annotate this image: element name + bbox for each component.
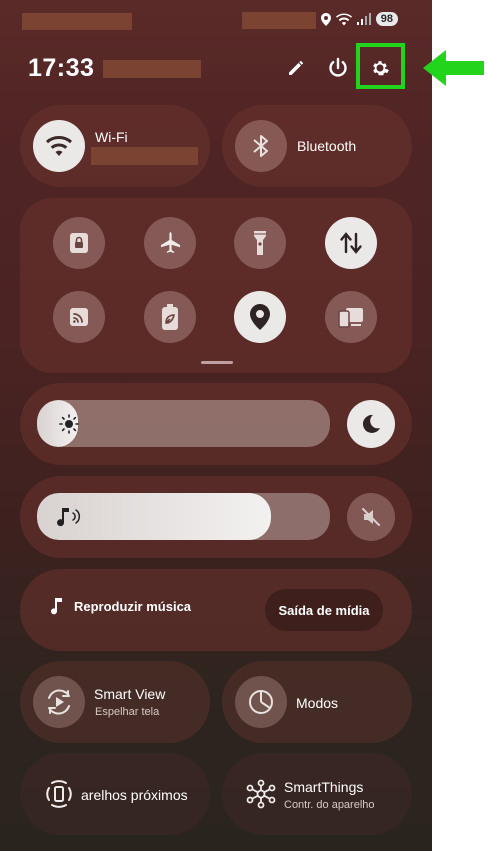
brightness-slider[interactable]: [37, 400, 330, 447]
nearby-icon: [46, 780, 72, 808]
flashlight-toggle[interactable]: [234, 217, 286, 269]
mobile-data-toggle[interactable]: [325, 217, 377, 269]
airplane-icon: [161, 232, 180, 253]
battery-saver-icon: [162, 304, 178, 330]
smartthings-icon: [246, 779, 276, 809]
wifi-toggle[interactable]: Wi-Fi: [20, 105, 210, 187]
smart-view-icon-circle: [33, 676, 85, 728]
play-music-label: Reproduzir música: [74, 598, 192, 614]
location-toggle[interactable]: [234, 291, 286, 343]
music-icon: [51, 598, 62, 615]
lock-icon: [70, 233, 88, 253]
device-icon: [338, 308, 363, 328]
nearby-title: arelhos próximos: [81, 787, 188, 803]
smartthings-subtitle: Contr. do aparelho: [284, 799, 375, 811]
play-music-button[interactable]: Reproduzir música: [50, 597, 191, 615]
nfc-toggle[interactable]: [53, 291, 105, 343]
redacted-date: [103, 60, 201, 78]
wifi-icon-circle: [33, 120, 85, 172]
bluetooth-label: Bluetooth: [297, 138, 357, 154]
annotation-arrow-icon: [423, 50, 484, 86]
bluetooth-icon: [253, 135, 268, 157]
location-icon: [250, 304, 270, 330]
wifi-small-icon: [335, 12, 352, 25]
pencil-icon: [289, 60, 304, 75]
panel-handle[interactable]: [201, 361, 233, 364]
sun-icon: [59, 414, 79, 434]
device-control-toggle[interactable]: [325, 291, 377, 343]
media-output-button[interactable]: Saída de mídia: [265, 589, 383, 631]
mute-icon: [362, 508, 380, 526]
modes-icon: [249, 690, 273, 714]
wifi-icon: [46, 135, 72, 156]
location-small-icon: [320, 12, 331, 26]
mute-toggle[interactable]: [347, 493, 395, 541]
bluetooth-icon-circle: [235, 120, 287, 172]
smart-view-tile[interactable]: Smart View Espelhar tela: [20, 661, 210, 743]
smartthings-title: SmartThings: [284, 779, 364, 795]
modes-title: Modos: [296, 695, 339, 711]
smart-view-title: Smart View: [94, 686, 166, 702]
night-mode-toggle[interactable]: [347, 400, 395, 448]
signal-icon: [356, 13, 371, 25]
smartthings-icon-circle: [235, 768, 287, 820]
smart-view-subtitle: Espelhar tela: [95, 706, 160, 718]
smartthings-tile[interactable]: SmartThings Contr. do aparelho: [222, 753, 412, 835]
redacted-network: [91, 147, 198, 165]
power-button[interactable]: [322, 52, 354, 84]
edit-button[interactable]: [280, 52, 312, 84]
quick-panel: 98 17:33 Wi-Fi Bluetooth Reproduzir músi…: [0, 0, 432, 851]
battery-badge: 98: [375, 12, 398, 26]
clock: 17:33: [28, 54, 95, 82]
wifi-label: Wi-Fi: [95, 129, 128, 145]
flashlight-icon: [254, 231, 266, 255]
volume-slider[interactable]: [37, 493, 330, 540]
cast-icon: [70, 308, 88, 326]
power-saving-toggle[interactable]: [144, 291, 196, 343]
quick-toggles-panel: [20, 198, 412, 373]
redacted-carrier: [22, 13, 132, 30]
media-panel: Reproduzir música Saída de mídia: [20, 569, 412, 651]
media-output-label: Saída de mídia: [278, 602, 370, 618]
settings-highlight-box: [356, 43, 405, 89]
nearby-devices-tile[interactable]: arelhos próximos: [20, 753, 210, 835]
bluetooth-toggle[interactable]: Bluetooth: [222, 105, 412, 187]
nearby-icon-circle: [33, 768, 85, 820]
volume-panel: [20, 476, 412, 558]
brightness-panel: [20, 383, 412, 465]
power-icon: [329, 57, 347, 77]
volume-note-icon: [57, 508, 81, 527]
secure-folder-toggle[interactable]: [53, 217, 105, 269]
moon-icon: [362, 414, 380, 433]
modes-tile[interactable]: Modos: [222, 661, 412, 743]
airplane-mode-toggle[interactable]: [144, 217, 196, 269]
modes-icon-circle: [235, 676, 287, 728]
redacted-status: [242, 12, 316, 29]
smart-view-icon: [48, 689, 70, 715]
status-icons: 98: [320, 11, 398, 27]
data-sync-icon: [340, 232, 362, 254]
